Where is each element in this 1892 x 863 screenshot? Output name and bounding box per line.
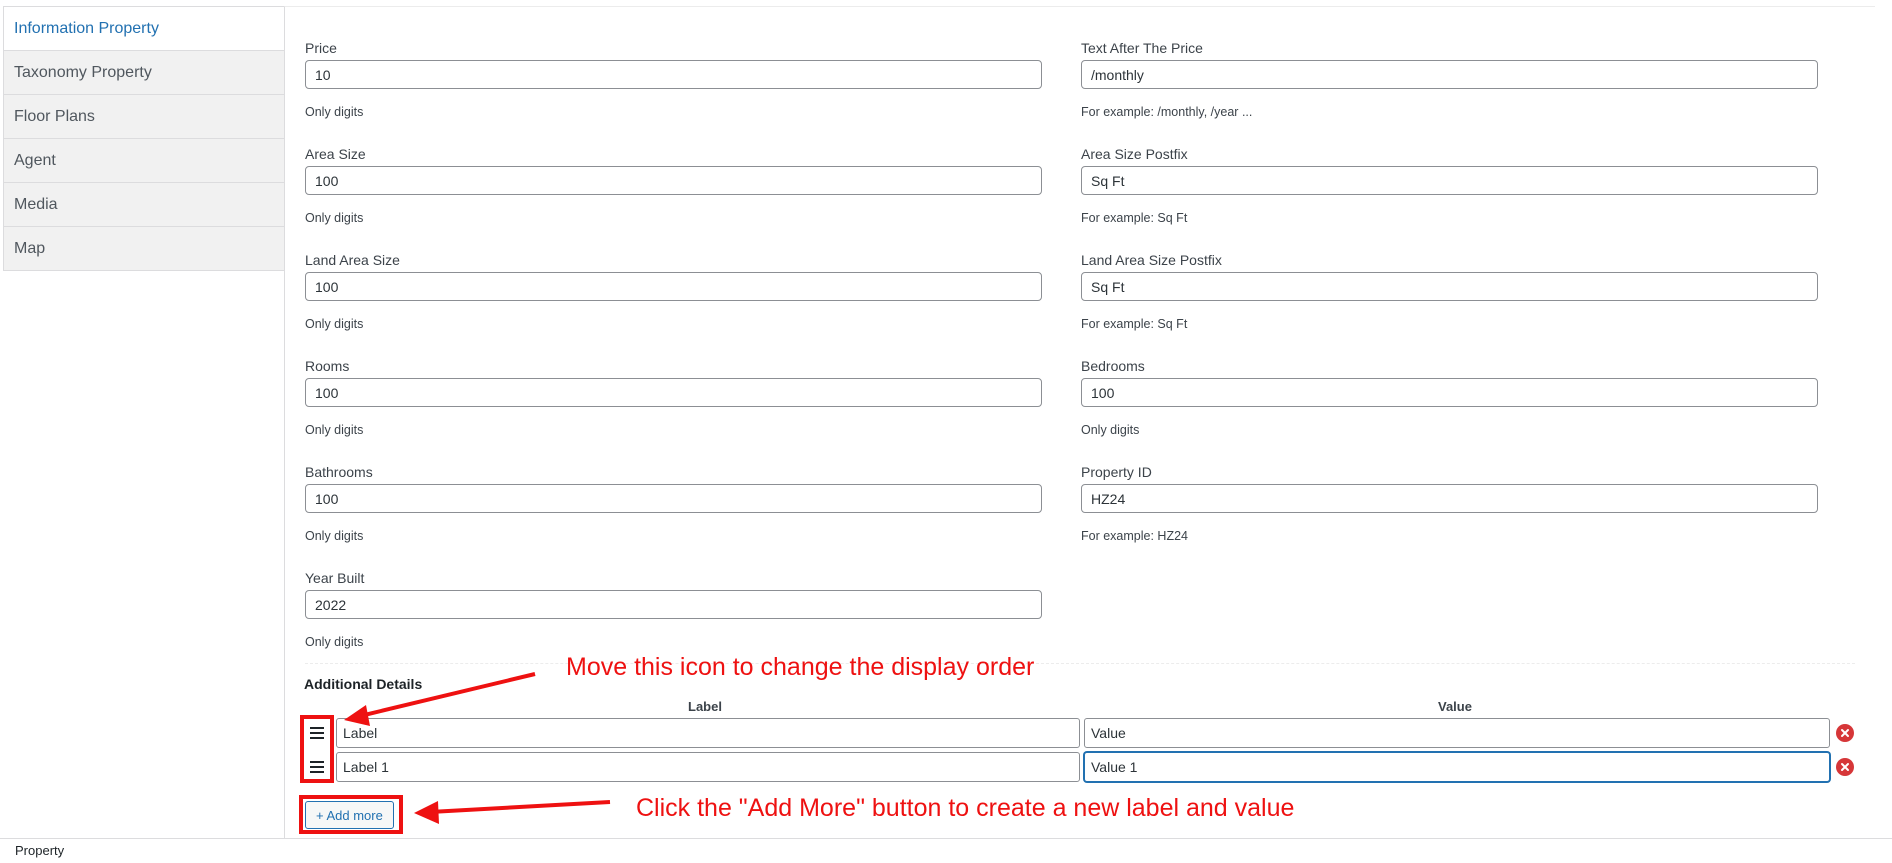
footer-bar: Property [0, 838, 1892, 863]
price-label: Price [305, 40, 337, 56]
property-id-label: Property ID [1081, 464, 1152, 480]
tab-taxonomy-property[interactable]: Taxonomy Property [4, 50, 284, 94]
land-area-size-input[interactable] [305, 272, 1042, 301]
drag-instruction-note: Move this icon to change the display ord… [566, 653, 1035, 681]
land-area-size-postfix-help: For example: Sq Ft [1081, 317, 1188, 331]
tab-agent[interactable]: Agent [4, 138, 284, 182]
land-area-size-postfix-field: Land Area Size Postfix For example: Sq F… [1081, 250, 1818, 331]
year-built-label: Year Built [305, 570, 365, 586]
price-input[interactable] [305, 60, 1042, 89]
rooms-field: Rooms Only digits [305, 356, 1042, 437]
remove-circle-icon[interactable] [1836, 758, 1854, 776]
year-built-field: Year Built Only digits [305, 568, 1042, 649]
price-field: Price Only digits [305, 38, 1042, 119]
add-more-instruction-note: Click the "Add More" button to create a … [636, 794, 1295, 822]
bedrooms-label: Bedrooms [1081, 358, 1145, 374]
add-more-button[interactable]: + Add more [305, 801, 394, 829]
additional-details-title: Additional Details [304, 676, 423, 692]
land-area-size-postfix-input[interactable] [1081, 272, 1818, 301]
remove-circle-icon[interactable] [1836, 724, 1854, 742]
footer-label: Property [15, 843, 65, 858]
detail-label-input[interactable] [336, 718, 1080, 748]
rooms-help: Only digits [305, 423, 364, 437]
detail-label-input[interactable] [336, 752, 1080, 782]
bedrooms-help: Only digits [1081, 423, 1140, 437]
property-id-input[interactable] [1081, 484, 1818, 513]
tab-information-property[interactable]: Information Property [4, 6, 284, 50]
bedrooms-field: Bedrooms Only digits [1081, 356, 1818, 437]
bathrooms-help: Only digits [305, 529, 364, 543]
property-id-help: For example: HZ24 [1081, 529, 1188, 543]
rooms-label: Rooms [305, 358, 350, 374]
bathrooms-input[interactable] [305, 484, 1042, 513]
bathrooms-label: Bathrooms [305, 464, 373, 480]
land-area-size-label: Land Area Size [305, 252, 400, 268]
drag-handle-icon[interactable] [305, 754, 329, 780]
detail-value-input[interactable] [1084, 718, 1830, 748]
land-area-size-field: Land Area Size Only digits [305, 250, 1042, 331]
rooms-input[interactable] [305, 378, 1042, 407]
detail-value-input[interactable] [1084, 752, 1830, 782]
area-size-postfix-field: Area Size Postfix For example: Sq Ft [1081, 144, 1818, 225]
land-area-size-postfix-label: Land Area Size Postfix [1081, 252, 1222, 268]
text-after-price-label: Text After The Price [1081, 40, 1203, 56]
value-column-header: Value [1438, 699, 1472, 714]
section-divider [305, 663, 1855, 664]
detail-row [305, 718, 1865, 748]
tab-media[interactable]: Media [4, 182, 284, 226]
year-built-input[interactable] [305, 590, 1042, 619]
tab-floor-plans[interactable]: Floor Plans [4, 94, 284, 138]
text-after-price-input[interactable] [1081, 60, 1818, 89]
price-help: Only digits [305, 105, 364, 119]
property-id-field: Property ID For example: HZ24 [1081, 462, 1818, 543]
tab-list: Information Property Taxonomy Property F… [3, 6, 285, 271]
area-size-postfix-help: For example: Sq Ft [1081, 211, 1188, 225]
area-size-field: Area Size Only digits [305, 144, 1042, 225]
text-after-price-field: Text After The Price For example: /month… [1081, 38, 1818, 119]
land-area-size-help: Only digits [305, 317, 364, 331]
detail-row [305, 752, 1865, 782]
drag-handle-icon[interactable] [305, 720, 329, 746]
label-column-header: Label [688, 699, 722, 714]
area-size-postfix-input[interactable] [1081, 166, 1818, 195]
area-size-postfix-label: Area Size Postfix [1081, 146, 1188, 162]
area-size-input[interactable] [305, 166, 1042, 195]
text-after-price-help: For example: /monthly, /year ... [1081, 105, 1253, 119]
year-built-help: Only digits [305, 635, 364, 649]
bedrooms-input[interactable] [1081, 378, 1818, 407]
tab-map[interactable]: Map [4, 226, 284, 270]
area-size-label: Area Size [305, 146, 366, 162]
area-size-help: Only digits [305, 211, 364, 225]
bathrooms-field: Bathrooms Only digits [305, 462, 1042, 543]
